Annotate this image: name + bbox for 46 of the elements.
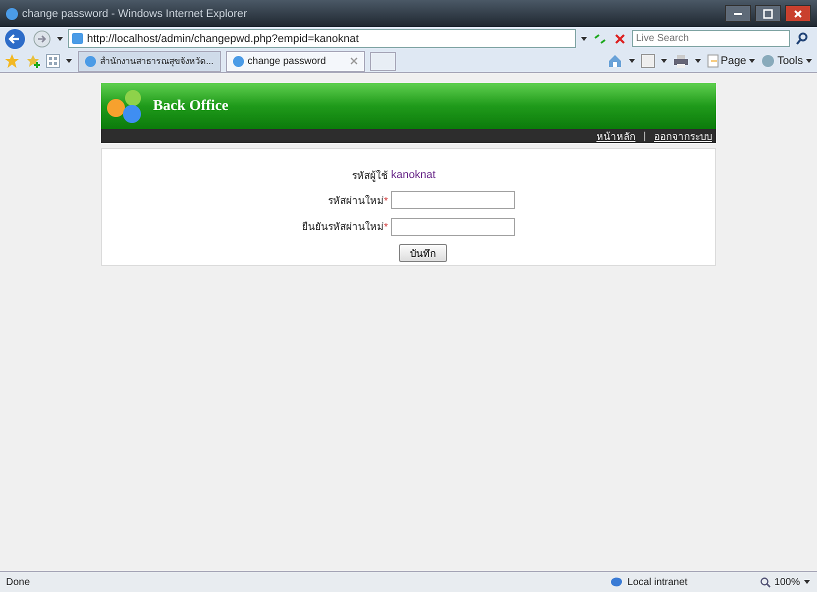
dropdown-icon[interactable] — [65, 58, 73, 64]
close-icon — [793, 8, 803, 18]
dropdown-icon — [748, 58, 756, 64]
field-label: รหัสผ่านใหม่* — [327, 194, 388, 208]
zoom-level[interactable]: 100% — [760, 576, 811, 588]
browser-tab[interactable]: สำนักงานสาธารณสุขจังหวัด... — [78, 50, 221, 72]
search-field[interactable]: Live Search — [632, 30, 790, 47]
home-icon[interactable] — [606, 53, 623, 69]
dropdown-icon — [805, 58, 813, 64]
maximize-icon — [763, 8, 773, 18]
save-button[interactable]: บันทึก — [398, 244, 447, 262]
minimize-button[interactable] — [725, 5, 751, 22]
nav-link[interactable]: ออกจากระบบ — [654, 128, 712, 144]
close-tab-icon[interactable] — [350, 57, 358, 65]
star-plus-icon[interactable] — [25, 53, 41, 69]
nav-link[interactable]: หน้าหลัก — [596, 128, 636, 144]
browser-tab[interactable]: change password — [226, 50, 365, 72]
dropdown-icon — [803, 579, 811, 585]
back-icon[interactable] — [4, 28, 28, 50]
password-field[interactable] — [390, 218, 515, 236]
search-icon[interactable] — [794, 30, 810, 46]
dropdown-icon[interactable] — [580, 36, 588, 42]
link-separator: | — [643, 130, 646, 142]
security-zone: Local intranet — [610, 576, 740, 588]
window-title: change password - Windows Internet Explorer — [22, 8, 247, 20]
dropdown-icon[interactable] — [56, 36, 64, 42]
page-menu[interactable]: Page — [706, 54, 756, 68]
username-value: kanoknat — [390, 169, 437, 182]
address-field[interactable]: http://localhost/admin/changepwd.php?empid=kanoknat — [68, 29, 576, 48]
minimize-icon — [733, 12, 743, 16]
magnifier-icon — [760, 576, 772, 588]
field-label: รหัสผู้ใช้ — [350, 169, 388, 183]
field-label: ยืนยันรหัสผ่านใหม่* — [302, 220, 388, 234]
site-title: Back Office — [153, 98, 228, 114]
page-icon — [706, 54, 719, 68]
dropdown-icon[interactable] — [660, 58, 668, 64]
dropdown-icon[interactable] — [628, 58, 636, 64]
star-icon[interactable] — [4, 53, 20, 69]
password-field[interactable] — [390, 191, 515, 210]
maximize-button[interactable] — [755, 5, 781, 22]
close-button[interactable] — [785, 5, 811, 22]
status-text: Done — [6, 576, 30, 588]
printer-icon[interactable] — [672, 54, 689, 68]
browser-logo-icon — [6, 8, 18, 20]
tools-menu[interactable]: Tools — [761, 54, 813, 68]
dropdown-icon[interactable] — [694, 58, 702, 64]
